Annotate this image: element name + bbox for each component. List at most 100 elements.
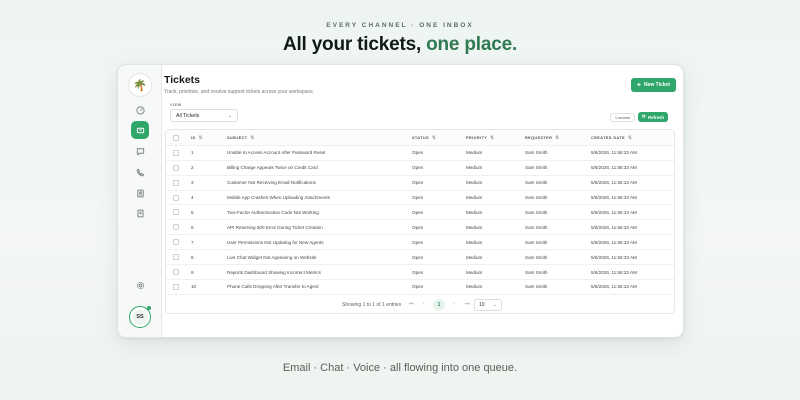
row-checkbox[interactable]: [173, 283, 179, 290]
select-all-checkbox[interactable]: [173, 134, 179, 141]
cell-id: 8: [191, 254, 194, 260]
row-checkbox[interactable]: [173, 179, 179, 186]
page-size-select[interactable]: 10 ⌄: [474, 298, 502, 311]
records-badge: 1 records: [610, 113, 635, 122]
col-requester-label: REQUESTER: [525, 135, 553, 140]
col-created-label: CREATED DATE: [591, 135, 625, 140]
row-checkbox[interactable]: [173, 269, 179, 276]
cell-subject: Mobile App Crashes When Uploading Attach…: [227, 195, 330, 201]
row-checkbox[interactable]: [173, 209, 179, 216]
cell-requester: Sam Smith: [525, 195, 548, 201]
table-row[interactable]: 8 Live Chat Widget Not Appearing on Websi…: [166, 250, 674, 266]
col-id-label: ID: [191, 135, 196, 140]
table-row[interactable]: 2 Billing Charge Appears Twice on Credit …: [166, 161, 674, 176]
cell-created: 5/6/2026, 11:56:33 AM: [591, 209, 637, 215]
sort-icon: ⇅: [250, 134, 255, 140]
col-status[interactable]: STATUS ⇅: [412, 130, 436, 145]
col-subject-label: SUBJECT: [227, 135, 248, 140]
col-id[interactable]: ID ⇅: [191, 130, 203, 145]
cell-priority: Medium: [466, 195, 483, 201]
chevron-down-icon: ⌄: [227, 112, 232, 119]
cell-created: 5/6/2026, 11:56:33 AM: [591, 195, 637, 201]
table-row[interactable]: 7 User Permissions Not Updating for New A…: [166, 235, 674, 251]
refresh-icon: ⟳: [641, 114, 646, 120]
last-page-icon[interactable]: ⏭: [465, 301, 470, 307]
row-checkbox[interactable]: [173, 149, 179, 156]
app-window: 🌴 SS Tickets Track, prioritize, and reso: [117, 64, 684, 338]
dashboard-icon[interactable]: [131, 101, 149, 119]
table-row[interactable]: 1 Unable to Access Account After Password…: [166, 146, 674, 161]
hero-eyebrow: EVERY CHANNEL · ONE INBOX: [326, 22, 474, 29]
first-page-icon[interactable]: ⏮: [409, 301, 414, 307]
row-checkbox[interactable]: [173, 254, 179, 261]
cell-priority: Medium: [466, 180, 483, 186]
cell-requester: Sam Smith: [525, 224, 548, 230]
view-select[interactable]: All Tickets ⌄: [170, 109, 238, 122]
next-page-icon[interactable]: ›: [453, 301, 455, 307]
headline-accent: one place.: [426, 34, 518, 55]
col-subject[interactable]: SUBJECT ⇅: [227, 130, 255, 145]
row-checkbox[interactable]: [173, 194, 179, 201]
cell-status: Open: [412, 165, 424, 171]
col-requester[interactable]: REQUESTER ⇅: [525, 130, 559, 145]
cell-created: 5/6/2026, 11:56:33 AM: [591, 239, 637, 245]
contacts-icon[interactable]: [131, 184, 149, 202]
cell-status: Open: [412, 269, 424, 275]
chat-icon[interactable]: [131, 142, 149, 160]
cell-created: 5/6/2026, 11:56:33 AM: [591, 150, 637, 156]
cell-requester: Sam Smith: [525, 165, 548, 171]
pagination-summary: Showing 1 to 1 of 1 entries: [342, 302, 402, 308]
cell-created: 5/6/2026, 11:56:33 AM: [591, 269, 637, 275]
cell-status: Open: [412, 209, 424, 215]
cell-subject: Billing Charge Appears Twice on Credit C…: [227, 165, 318, 171]
gear-icon[interactable]: [131, 276, 149, 294]
cell-id: 6: [191, 224, 194, 230]
table-row[interactable]: 5 Two-Factor Authentication Code Not Work…: [166, 206, 674, 221]
page-subtitle: Track, prioritize, and resolve support t…: [164, 89, 315, 95]
cell-requester: Sam Smith: [525, 150, 548, 156]
table-row[interactable]: 6 API Returning 500 Error During Ticket C…: [166, 221, 674, 236]
table-row[interactable]: 4 Mobile App Crashes When Uploading Attac…: [166, 191, 674, 206]
reports-icon[interactable]: [131, 204, 149, 222]
cell-status: Open: [412, 180, 424, 186]
hero-headline: All your tickets, one place.: [0, 34, 800, 56]
cell-status: Open: [412, 239, 424, 245]
tickets-icon[interactable]: [131, 121, 149, 139]
tickets-table: ID ⇅ SUBJECT ⇅ STATUS ⇅ PRIORITY ⇅ REQUESTER…: [165, 129, 675, 314]
view-select-value: All Tickets: [176, 112, 200, 119]
page-1-button[interactable]: 1: [433, 298, 445, 311]
row-checkbox[interactable]: [173, 224, 179, 231]
table-row[interactable]: 9 Reports Dashboard Showing Incorrect Met…: [166, 265, 674, 280]
row-checkbox[interactable]: [173, 164, 179, 171]
cell-subject: Two-Factor Authentication Code Not Worki…: [227, 209, 319, 215]
palm-logo-icon: 🌴: [128, 73, 152, 97]
new-ticket-button[interactable]: + New Ticket: [630, 78, 676, 92]
view-label: VIEW: [170, 103, 182, 107]
row-checkbox[interactable]: [173, 239, 179, 246]
table-row[interactable]: 3 Customer Not Receiving Email Notificati…: [166, 176, 674, 191]
col-priority[interactable]: PRIORITY ⇅: [466, 130, 494, 145]
refresh-button[interactable]: ⟳ Refresh: [637, 112, 668, 122]
col-created[interactable]: CREATED DATE ⇅: [591, 130, 632, 145]
prev-page-icon[interactable]: ‹: [423, 301, 425, 307]
plus-icon: +: [636, 81, 641, 89]
cell-created: 5/6/2026, 11:56:33 AM: [591, 165, 637, 171]
cell-id: 2: [191, 165, 194, 171]
cell-status: Open: [412, 224, 424, 230]
cell-requester: Sam Smith: [525, 180, 548, 186]
cell-id: 1: [191, 150, 194, 156]
sort-icon: ⇅: [432, 134, 437, 140]
phone-icon[interactable]: [131, 163, 149, 181]
cell-created: 5/6/2026, 11:56:33 AM: [591, 180, 637, 186]
cell-status: Open: [412, 150, 424, 156]
table-row[interactable]: 10 Phone Calls Dropping After Transfer to…: [166, 280, 674, 295]
cell-status: Open: [412, 195, 424, 201]
main-content: Tickets Track, prioritize, and resolve s…: [162, 65, 683, 337]
pagination: Showing 1 to 1 of 1 entries ⏮ ‹ 1 › ⏭ 10…: [166, 295, 674, 313]
cell-priority: Medium: [466, 165, 483, 171]
user-avatar[interactable]: SS: [129, 306, 151, 328]
hero-footline: Email · Chat · Voice · all flowing into …: [282, 362, 518, 374]
cell-id: 4: [191, 195, 194, 201]
cell-requester: Sam Smith: [525, 254, 548, 260]
refresh-label: Refresh: [647, 114, 664, 120]
